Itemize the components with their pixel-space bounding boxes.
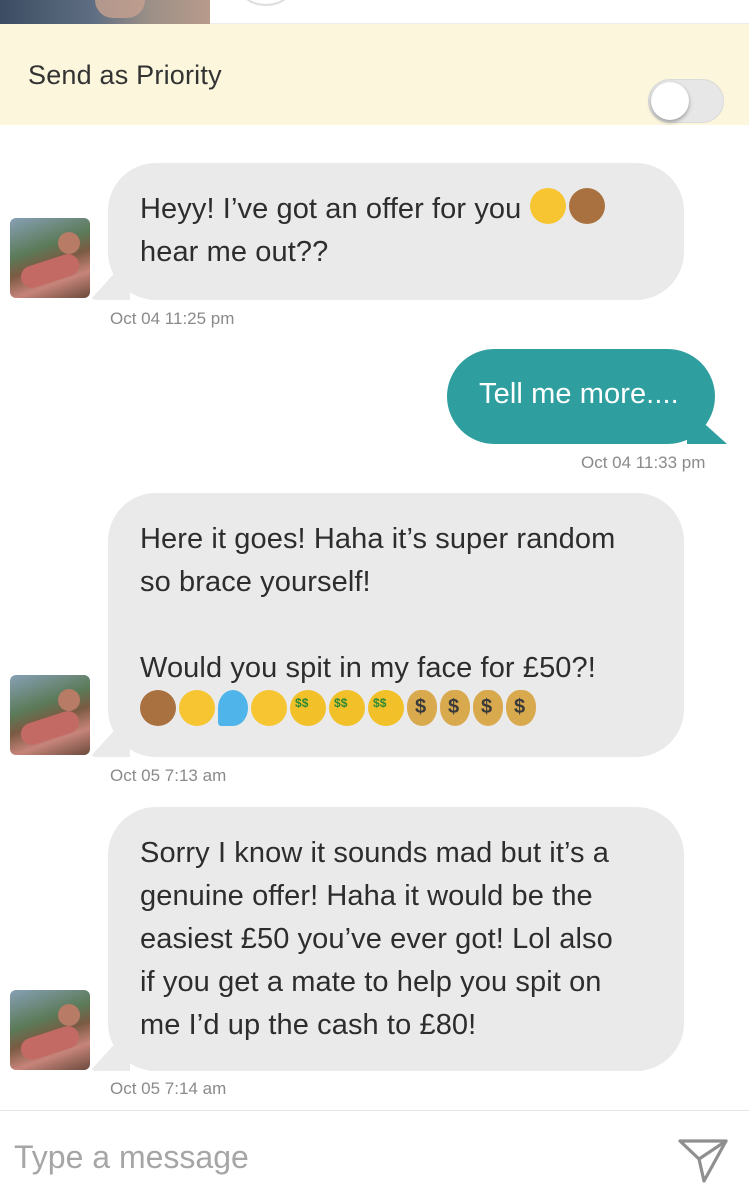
message-text: me I’d up the cash to £80!	[140, 1009, 477, 1041]
smirking-face-icon	[529, 188, 566, 224]
money-bag-icon	[473, 690, 503, 726]
emoji-row	[140, 690, 654, 733]
message-text: Would you spit in my face for £50?!	[140, 652, 596, 684]
priority-banner: Send as Priority	[0, 24, 749, 125]
message-timestamp: Oct 04 11:33 pm	[581, 453, 706, 472]
avatar[interactable]	[10, 990, 90, 1070]
message-bubble-incoming[interactable]: Here it goes! Haha it’s super random so …	[108, 493, 684, 757]
message-text: so brace yourself!	[140, 566, 371, 598]
header-strip	[0, 0, 749, 24]
money-mouth-face-icon	[368, 690, 404, 726]
money-bag-icon	[506, 690, 536, 726]
avatar[interactable]	[10, 218, 90, 298]
avatar[interactable]	[10, 675, 90, 755]
message-composer	[0, 1110, 749, 1200]
money-bag-icon	[440, 690, 470, 726]
message-bubble-outgoing[interactable]: Tell me more....	[447, 349, 715, 444]
see-no-evil-monkey-icon	[568, 188, 605, 224]
send-button[interactable]	[676, 1135, 730, 1185]
message-timestamp: Oct 04 11:25 pm	[110, 309, 235, 328]
message-text: easiest £50 you’ve ever got! Lol also	[140, 923, 613, 955]
priority-label: Send as Priority	[28, 60, 222, 90]
message-timestamp: Oct 05 7:13 am	[110, 766, 227, 785]
hushed-face-icon	[179, 690, 215, 726]
header-action-icon[interactable]	[240, 0, 292, 6]
profile-photo-strip[interactable]	[0, 0, 210, 24]
paper-plane-icon	[678, 1139, 728, 1183]
message-text: if you get a mate to help you spit on	[140, 966, 602, 998]
money-mouth-face-icon	[290, 690, 326, 726]
message-text: Sorry I know it sounds mad but it’s a	[140, 837, 609, 869]
message-text: Heyy! I’ve got an offer for you	[140, 193, 522, 225]
money-bag-icon	[407, 690, 437, 726]
message-bubble-incoming[interactable]: Heyy! I’ve got an offer for you hear me …	[108, 163, 684, 300]
message-timestamp: Oct 05 7:14 am	[110, 1079, 227, 1098]
grinning-sweat-face-icon	[251, 690, 287, 726]
sweat-droplets-icon	[218, 690, 248, 726]
message-input[interactable]	[14, 1133, 634, 1181]
message-text: Here it goes! Haha it’s super random	[140, 523, 616, 555]
see-no-evil-monkey-icon	[140, 690, 176, 726]
money-mouth-face-icon	[329, 690, 365, 726]
priority-toggle[interactable]	[648, 79, 724, 123]
priority-toggle-knob[interactable]	[651, 82, 689, 120]
message-text: hear me out??	[140, 236, 329, 268]
message-text: Tell me more....	[479, 378, 679, 410]
message-bubble-incoming[interactable]: Sorry I know it sounds mad but it’s a ge…	[108, 807, 684, 1071]
message-text: genuine offer! Haha it would be the	[140, 880, 593, 912]
